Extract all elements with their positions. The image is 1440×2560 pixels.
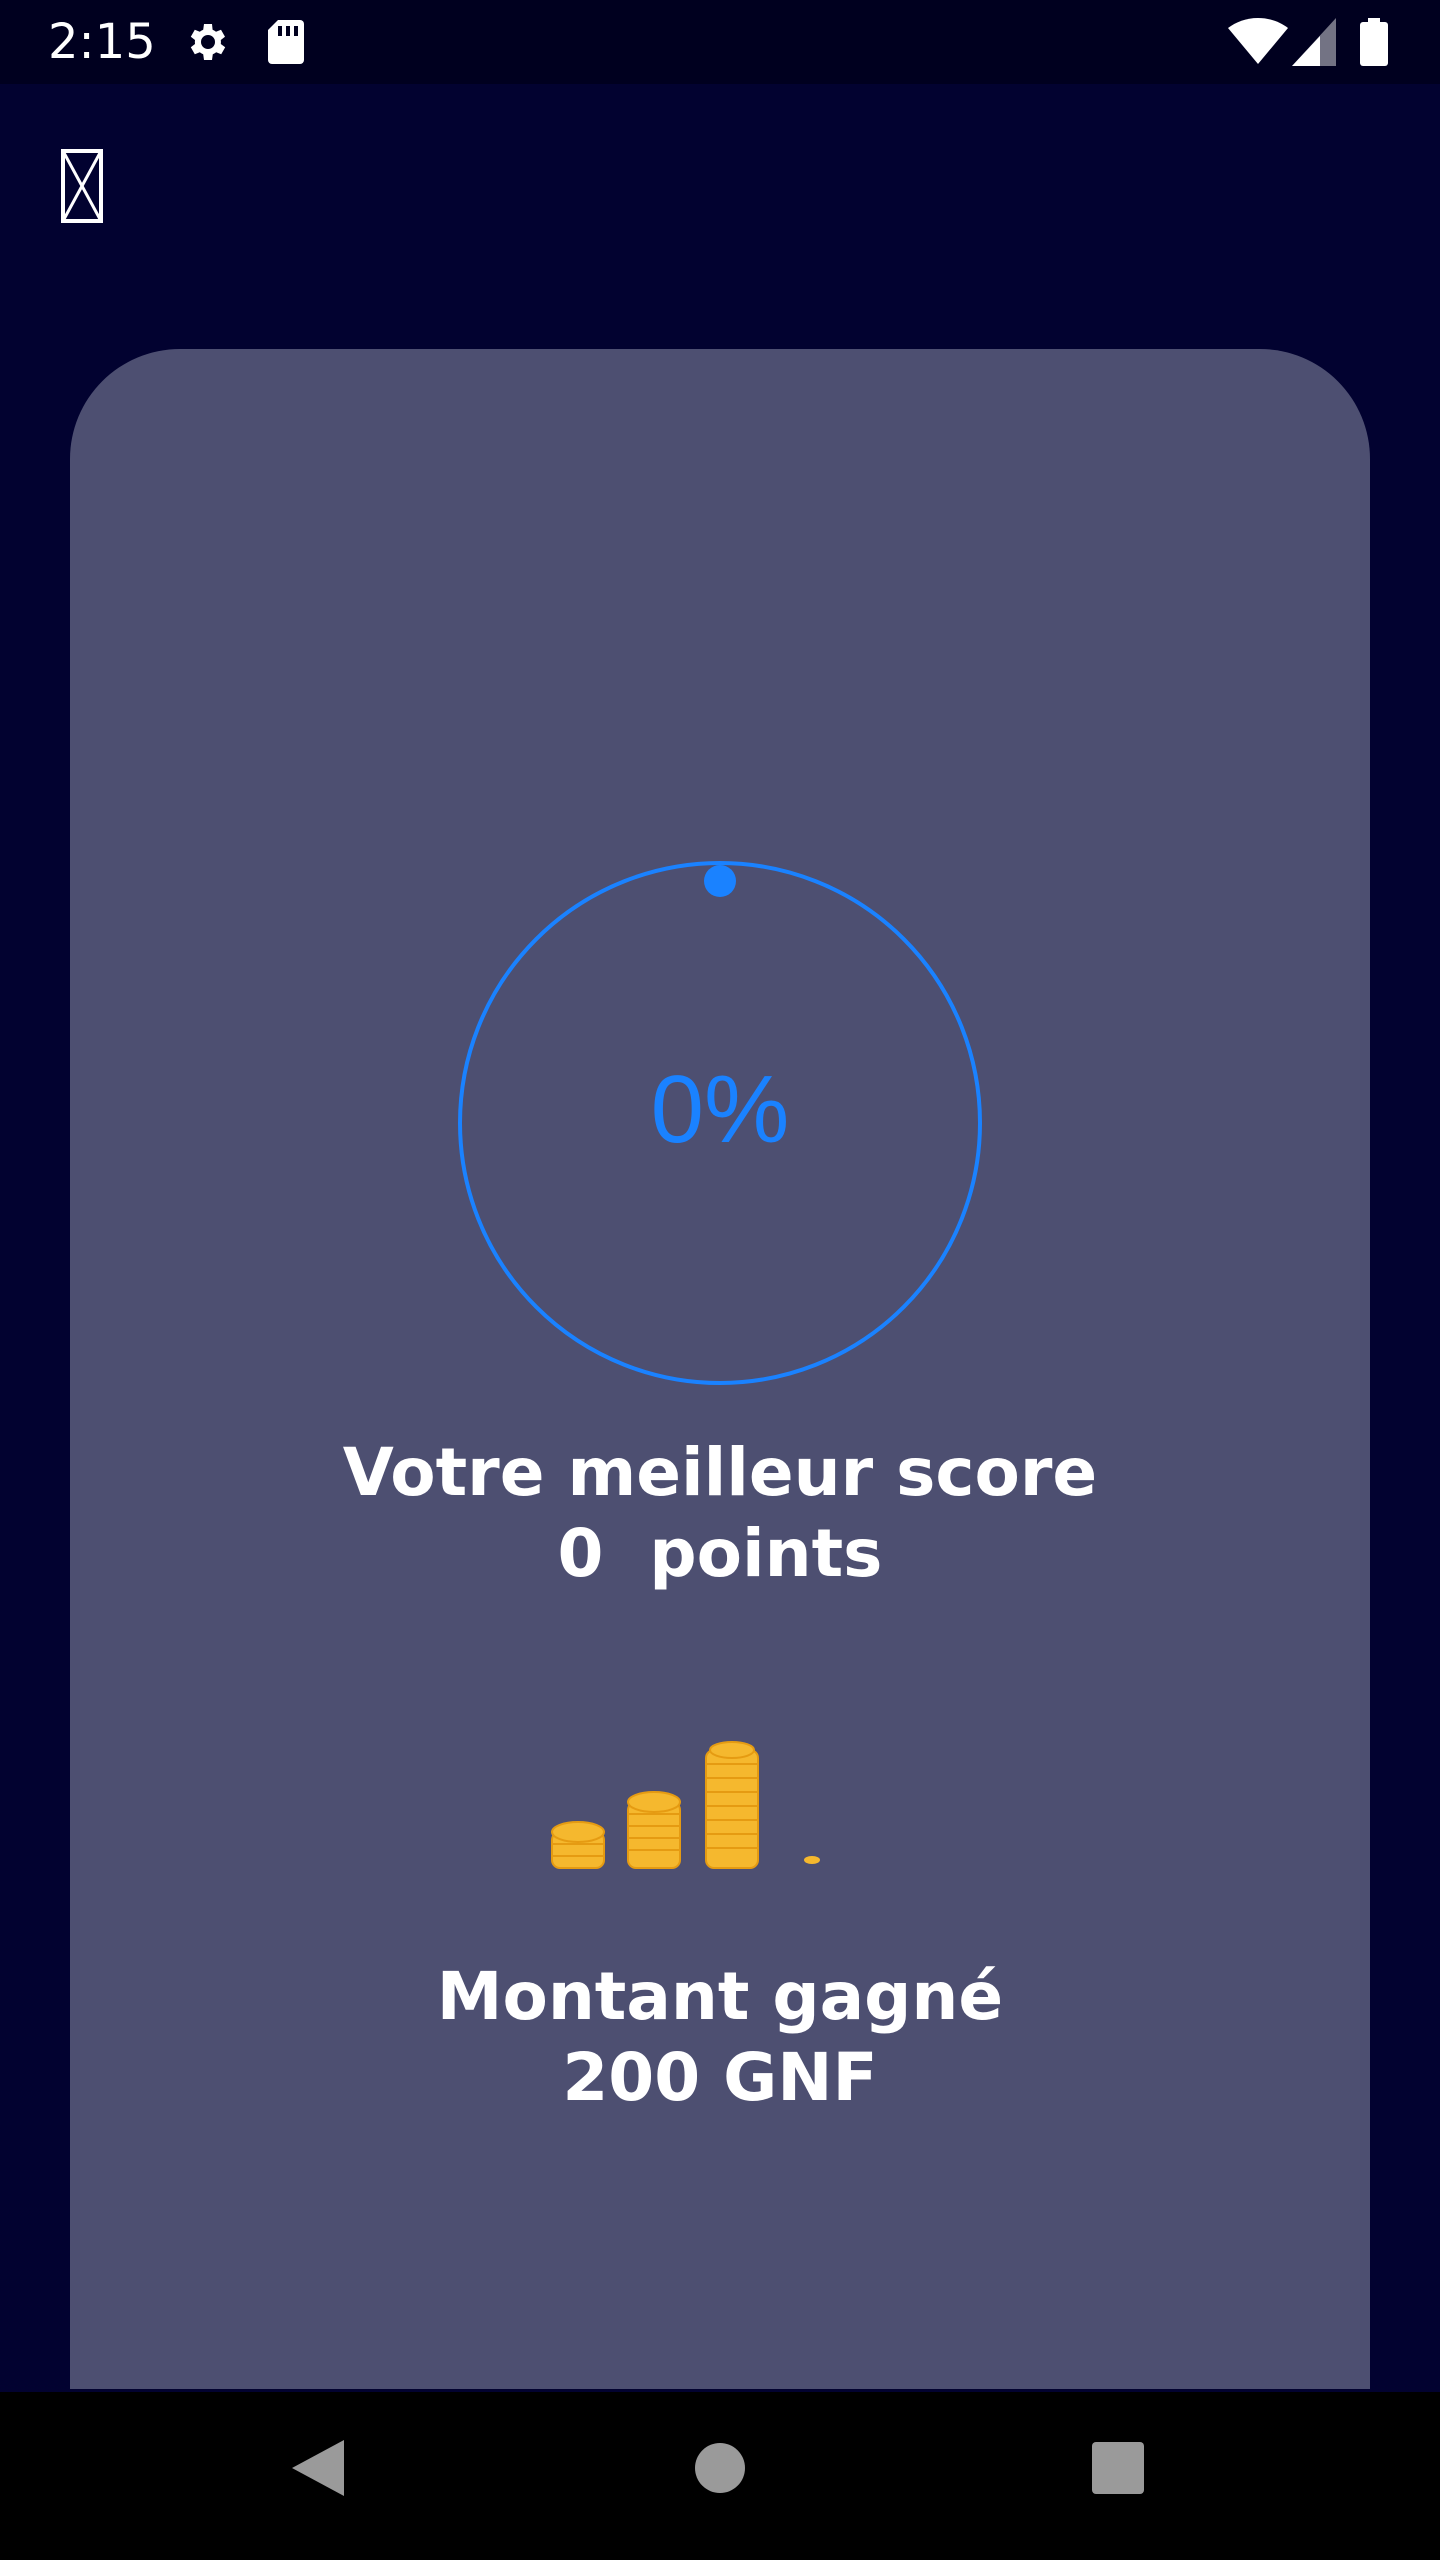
best-score-value: 0 points xyxy=(557,1515,883,1592)
status-time: 2:15 xyxy=(48,14,156,70)
amount-won-value: 200 GNF xyxy=(562,2039,878,2116)
recents-icon[interactable] xyxy=(1092,2442,1144,2499)
home-icon[interactable] xyxy=(694,2442,746,2499)
status-bar: 2:15 xyxy=(0,0,1440,84)
system-nav-bar xyxy=(0,2392,1440,2560)
settings-icon xyxy=(184,18,232,71)
broken-image-icon[interactable] xyxy=(60,148,104,224)
back-icon[interactable] xyxy=(288,2436,348,2505)
cell-signal-icon xyxy=(1292,18,1336,71)
sd-card-icon xyxy=(266,18,306,71)
progress-percent: 0% xyxy=(650,1056,790,1163)
battery-icon xyxy=(1360,18,1388,71)
coin-stacks-icon xyxy=(551,1741,820,1869)
wifi-icon xyxy=(1228,18,1288,71)
amount-won-title: Montant gagné xyxy=(436,1958,1004,2035)
progress-indicator xyxy=(704,865,736,897)
best-score-title: Votre meilleur score xyxy=(342,1434,1098,1511)
